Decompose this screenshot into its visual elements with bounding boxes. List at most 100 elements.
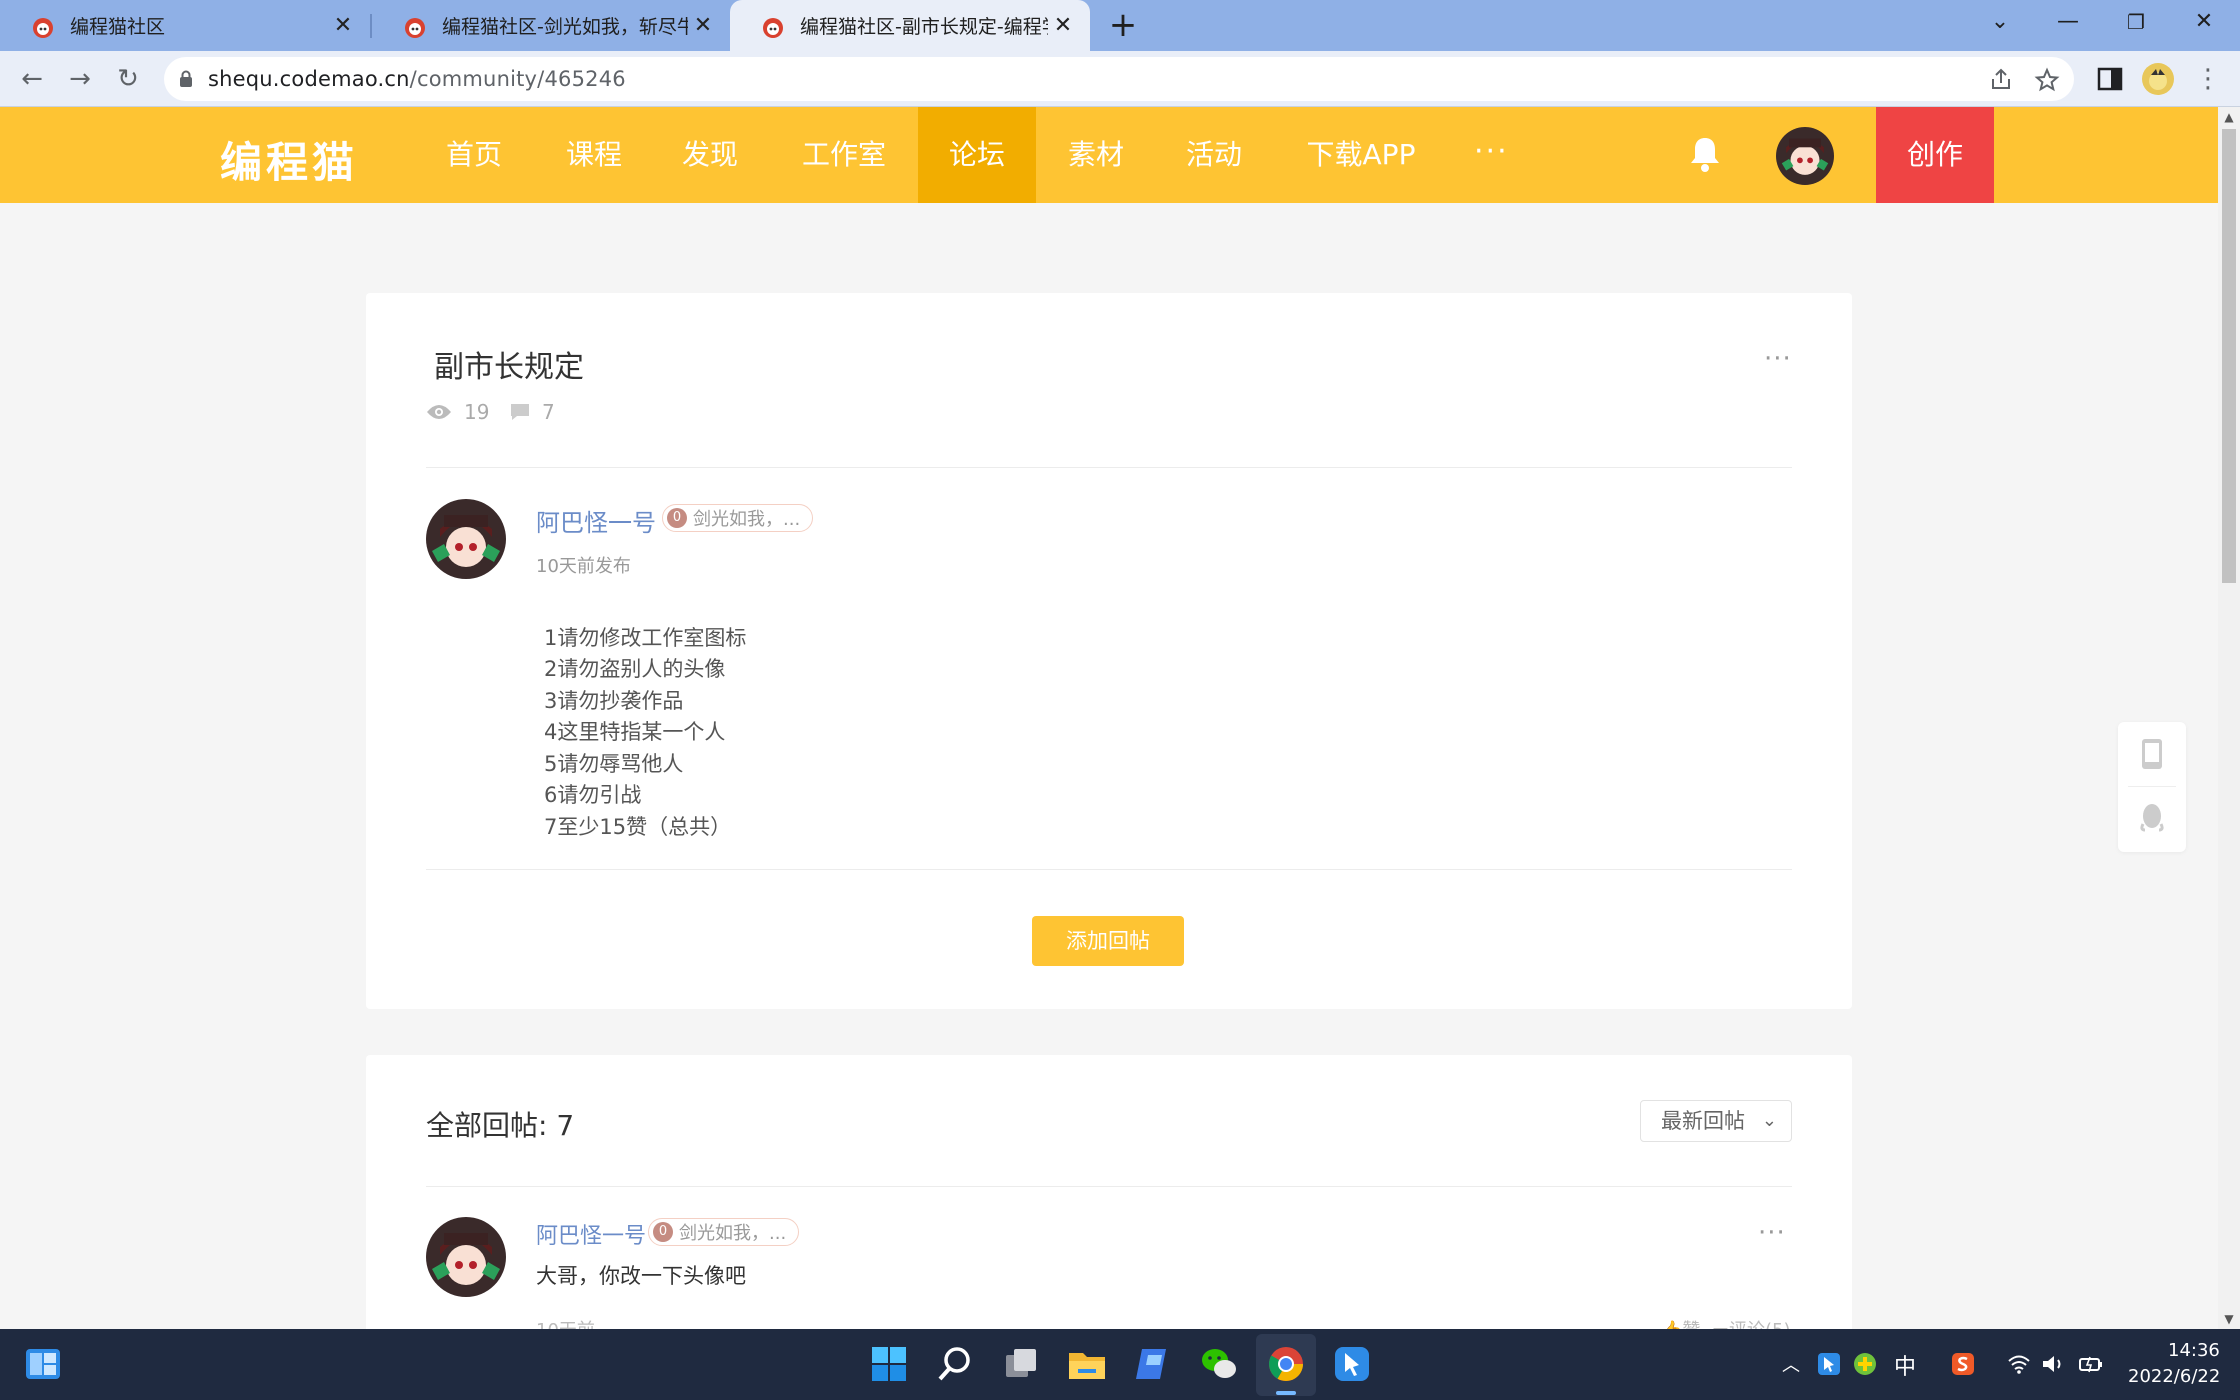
- floating-side-widget: [2118, 722, 2186, 852]
- windows-start-icon[interactable]: [868, 1343, 910, 1385]
- comment-count: 7: [510, 400, 555, 424]
- volume-icon[interactable]: [2040, 1351, 2066, 1377]
- author-avatar[interactable]: [426, 499, 506, 579]
- nav-more-icon[interactable]: ···: [1474, 107, 1509, 203]
- share-icon[interactable]: [1988, 67, 2014, 93]
- scrollbar-thumb[interactable]: [2222, 129, 2236, 583]
- page-scrollbar[interactable]: ▲ ▼: [2218, 107, 2240, 1329]
- forward-arrow-icon[interactable]: →: [60, 59, 100, 99]
- site-logo[interactable]: 编程猫: [220, 129, 358, 190]
- studio-badge[interactable]: 0 剑光如我，...: [648, 1218, 800, 1246]
- create-button[interactable]: 创作: [1876, 107, 1994, 203]
- nav-forum[interactable]: 论坛: [918, 107, 1036, 203]
- tray-expand-chevron-icon[interactable]: ︿: [1782, 1351, 1800, 1377]
- nav-home[interactable]: 首页: [426, 107, 522, 203]
- browser-tab[interactable]: 编程猫社区-剑光如我，斩尽牛杂 ✕: [372, 0, 730, 51]
- close-tab-icon[interactable]: ✕: [328, 13, 358, 38]
- studio-name: 剑光如我，...: [693, 509, 801, 530]
- browser-tab[interactable]: 编程猫社区 ✕: [0, 0, 370, 51]
- profile-avatar[interactable]: [2142, 63, 2174, 95]
- studio-level: 0: [653, 1222, 673, 1242]
- comment-count-value: 7: [542, 400, 555, 424]
- back-arrow-icon[interactable]: ←: [12, 59, 52, 99]
- task-view-icon[interactable]: [1000, 1343, 1042, 1385]
- tab-title: 编程猫社区-剑光如我，斩尽牛杂: [442, 16, 688, 38]
- post-body-line: 2请勿盗别人的头像: [544, 657, 726, 681]
- reply-more-icon[interactable]: ···: [1758, 1218, 1786, 1248]
- divider: [426, 1186, 1792, 1187]
- post-body-line: 4这里特指某一个人: [544, 720, 726, 744]
- view-count: 19: [426, 400, 489, 424]
- close-tab-icon[interactable]: ✕: [1048, 13, 1078, 38]
- address-bar[interactable]: shequ.codemao.cn/community/465246: [164, 57, 2074, 101]
- divider: [426, 869, 1792, 870]
- active-indicator: [1276, 1391, 1296, 1395]
- close-tab-icon[interactable]: ✕: [688, 13, 718, 38]
- side-panel-icon[interactable]: [2096, 65, 2124, 93]
- bookmark-star-icon[interactable]: [2034, 67, 2060, 93]
- ime-indicator[interactable]: 中: [1894, 1349, 1916, 1381]
- browser-toolbar: ← → ↻ shequ.codemao.cn/community/465246 …: [0, 51, 2240, 107]
- nav-events[interactable]: 活动: [1166, 107, 1262, 203]
- nav-download-app[interactable]: 下载APP: [1296, 107, 1426, 203]
- codemao-favicon-icon: [405, 17, 425, 38]
- post-body-line: 3请勿抄袭作品: [544, 689, 684, 713]
- file-explorer-icon[interactable]: [1066, 1343, 1108, 1385]
- search-icon[interactable]: [934, 1343, 976, 1385]
- scroll-down-arrow-icon[interactable]: ▼: [2218, 1309, 2240, 1329]
- post-more-icon[interactable]: ···: [1764, 344, 1792, 374]
- tray-security-icon[interactable]: [1852, 1351, 1878, 1377]
- divider: [426, 467, 1792, 468]
- post-body-line: 7至少15赞（总共）: [544, 815, 732, 839]
- url-text: shequ.codemao.cn/community/465246: [208, 67, 626, 91]
- tab-title: 编程猫社区-副市长规定-编程学习: [800, 16, 1048, 38]
- wechat-icon[interactable]: [1198, 1343, 1240, 1385]
- author-name[interactable]: 阿巴怪一号: [536, 503, 656, 538]
- post-body-line: 6请勿引战: [544, 783, 642, 807]
- tab-search-chevron-icon[interactable]: ⌄: [1968, 0, 2032, 44]
- new-tab-button[interactable]: +: [1104, 6, 1142, 44]
- eye-icon: [427, 405, 451, 419]
- scroll-up-arrow-icon[interactable]: ▲: [2218, 107, 2240, 127]
- add-reply-button[interactable]: 添加回帖: [1032, 916, 1184, 966]
- user-avatar[interactable]: [1776, 127, 1834, 185]
- tab-title: 编程猫社区: [70, 16, 166, 38]
- minimize-button[interactable]: —: [2036, 0, 2100, 44]
- browser-tab-strip: 编程猫社区 ✕ 编程猫社区-剑光如我，斩尽牛杂 ✕ 编程猫社区-副市长规定-编程…: [0, 0, 2240, 51]
- nav-studio[interactable]: 工作室: [790, 107, 898, 203]
- bell-icon[interactable]: [1688, 135, 1722, 173]
- browser-tab-active[interactable]: 编程猫社区-副市长规定-编程学习 ✕: [730, 0, 1090, 51]
- wifi-icon[interactable]: [2006, 1351, 2032, 1377]
- chevron-down-icon: ⌄: [1761, 1110, 1777, 1131]
- feishu-app-icon[interactable]: [1331, 1343, 1373, 1385]
- sogou-input-icon[interactable]: [1950, 1351, 1976, 1377]
- sort-dropdown[interactable]: 最新回帖 ⌄: [1640, 1100, 1792, 1142]
- reload-icon[interactable]: ↻: [108, 59, 148, 99]
- reply-author-avatar[interactable]: [426, 1217, 506, 1297]
- nav-discover[interactable]: 发现: [662, 107, 758, 203]
- studio-name: 剑光如我，...: [679, 1223, 787, 1244]
- tray-app-icon[interactable]: [1816, 1351, 1842, 1377]
- post-body-line: 5请勿辱骂他人: [544, 752, 684, 776]
- comment-icon: [511, 404, 529, 420]
- post-time: 10天前发布: [536, 556, 631, 577]
- phone-icon[interactable]: [2140, 738, 2164, 770]
- qq-penguin-icon[interactable]: [2140, 802, 2164, 834]
- reply-author-name[interactable]: 阿巴怪一号: [536, 1218, 646, 1250]
- battery-icon[interactable]: [2078, 1351, 2104, 1377]
- nav-materials[interactable]: 素材: [1048, 107, 1144, 203]
- clock-time[interactable]: 14:36: [2168, 1340, 2220, 1361]
- close-window-button[interactable]: ✕: [2172, 0, 2236, 44]
- app-icon[interactable]: [1132, 1343, 1174, 1385]
- widgets-icon[interactable]: [22, 1343, 64, 1385]
- studio-badge[interactable]: 0 剑光如我，...: [662, 504, 814, 532]
- nav-courses[interactable]: 课程: [546, 107, 642, 203]
- restore-button[interactable]: ❐: [2104, 0, 2168, 44]
- clock-date[interactable]: 2022/6/22: [2128, 1366, 2220, 1387]
- view-count-value: 19: [464, 400, 490, 424]
- taskbar: ︿ 中 14:36 2022/6/22: [0, 1329, 2240, 1400]
- lock-icon[interactable]: [164, 70, 208, 88]
- post-title: 副市长规定: [434, 350, 584, 385]
- browser-menu-icon[interactable]: ⋮: [2188, 59, 2228, 99]
- chrome-icon[interactable]: [1265, 1343, 1307, 1385]
